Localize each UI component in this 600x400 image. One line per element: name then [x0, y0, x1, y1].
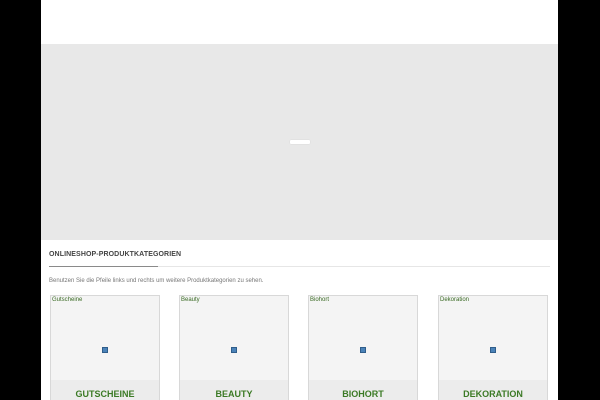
category-card-beauty[interactable]: Beauty BEAUTY — [179, 295, 289, 400]
broken-image-icon — [490, 347, 496, 353]
category-card-biohort[interactable]: Biohort BIOHORT — [308, 295, 418, 400]
category-name[interactable]: DEKORATION — [439, 389, 547, 399]
broken-image-icon — [360, 347, 366, 353]
section-intro-text: Benutzen Sie die Pfeile links und rechts… — [49, 278, 264, 284]
section-divider — [158, 266, 550, 267]
category-name[interactable]: GUTSCHEINE — [51, 389, 159, 399]
image-slider[interactable] — [41, 44, 558, 240]
category-image-alt: Dekoration — [440, 297, 470, 303]
section-title: ONLINESHOP-PRODUKTKATEGORIEN — [49, 251, 182, 258]
broken-image-icon — [231, 347, 237, 353]
loading-bar-icon — [290, 140, 310, 144]
category-card-gutscheine[interactable]: Gutscheine GUTSCHEINE — [50, 295, 160, 400]
category-image-alt: Beauty — [181, 297, 200, 303]
category-image-alt: Biohort — [310, 297, 330, 303]
page-container: ONLINESHOP-PRODUKTKATEGORIEN Benutzen Si… — [41, 0, 558, 400]
category-name[interactable]: BEAUTY — [180, 389, 288, 399]
category-card-dekoration[interactable]: Dekoration DEKORATION — [438, 295, 548, 400]
category-name[interactable]: BIOHORT — [309, 389, 417, 399]
category-image-alt: Gutscheine — [52, 297, 83, 303]
header-area — [41, 0, 558, 44]
broken-image-icon — [102, 347, 108, 353]
section-title-underline — [49, 266, 158, 267]
